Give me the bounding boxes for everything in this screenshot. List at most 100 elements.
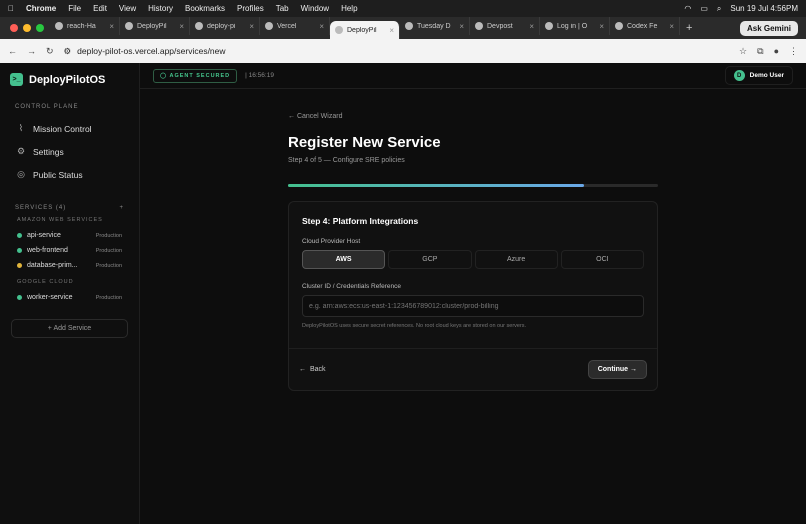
add-service-plus-button[interactable]: + [119, 205, 124, 211]
favicon-icon [265, 22, 273, 30]
tab-row: reach-Ha × DeployPil × deploy-pi × Vercel × Depl… [50, 17, 680, 39]
service-env: Production [95, 232, 122, 239]
agent-secured-badge: ◯ AGENT SECURED [153, 68, 238, 83]
brand[interactable]: >_ DeployPilotOS [10, 73, 129, 86]
battery-icon[interactable]: ▭ [700, 4, 708, 13]
url-bar[interactable]: ⚙ deploy-pilot-os.vercel.app/services/ne… [64, 46, 730, 57]
tab-1[interactable]: DeployPil × [120, 17, 190, 35]
tab-3[interactable]: Vercel × [260, 17, 330, 35]
tab-0[interactable]: reach-Ha × [50, 17, 120, 35]
cluster-label: Cluster ID / Credentials Reference [302, 283, 401, 290]
logo-icon: >_ [10, 73, 23, 86]
nav-public-status[interactable]: ◎ Public Status [10, 164, 129, 185]
tab-5[interactable]: Tuesday D × [400, 17, 470, 35]
favicon-icon [55, 22, 63, 30]
tab-7[interactable]: Log in | O × [540, 17, 610, 35]
menu-help[interactable]: Help [341, 4, 357, 13]
menu-edit[interactable]: Edit [93, 4, 107, 13]
extensions-icon[interactable]: ⧉ [757, 46, 763, 57]
tab-title: Codex Fe [627, 22, 658, 30]
apple-icon[interactable]:  [8, 4, 14, 13]
secrets-hint: DeployPilotOS uses secure secret referen… [302, 323, 527, 329]
site-info-icon[interactable]: ⚙ [64, 46, 72, 57]
close-tab-icon[interactable]: × [459, 22, 464, 31]
close-tab-icon[interactable]: × [109, 22, 114, 31]
close-tab-icon[interactable]: × [599, 22, 604, 31]
sidebar: >_ DeployPilotOS CONTROL PLANE ⌇ Mission … [0, 63, 140, 524]
app-shell: >_ DeployPilotOS CONTROL PLANE ⌇ Mission … [0, 63, 806, 524]
tab-6[interactable]: Devpost × [470, 17, 540, 35]
menubar-app[interactable]: Chrome [26, 4, 56, 13]
service-item[interactable]: api-service Production [10, 228, 129, 243]
integrations-card: Step 4: Platform Integrations Cloud Prov… [288, 201, 658, 391]
status-dot [17, 233, 22, 238]
menu-file[interactable]: File [68, 4, 81, 13]
bookmark-star-icon[interactable]: ☆ [739, 46, 747, 57]
menu-profiles[interactable]: Profiles [237, 4, 264, 13]
favicon-icon [335, 26, 343, 34]
provider-option-gcp[interactable]: GCP [388, 250, 472, 269]
user-menu[interactable]: D Demo User [724, 66, 793, 85]
profile-avatar[interactable]: ● [774, 46, 779, 56]
menu-view[interactable]: View [119, 4, 136, 13]
new-tab-button[interactable]: + [680, 22, 698, 34]
status-dot [17, 248, 22, 253]
provider-option-oci[interactable]: OCI [560, 250, 644, 269]
arrow-left-icon: ← [299, 366, 306, 373]
close-tab-icon[interactable]: × [319, 22, 324, 31]
services-header: SERVICES (4) + [15, 205, 124, 211]
url-text: deploy-pilot-os.vercel.app/services/new [77, 46, 226, 56]
wizard: ← Cancel Wizard Register New Service Ste… [288, 113, 658, 391]
tab-title: DeployPil [347, 26, 377, 34]
tab-title: DeployPil [137, 22, 167, 30]
menu-bookmarks[interactable]: Bookmarks [185, 4, 225, 13]
menubar-clock[interactable]: Sun 19 Jul 4:56PM [730, 4, 798, 13]
back-arrow-icon[interactable]: ← [8, 46, 17, 56]
tab-title: deploy-pi [207, 22, 236, 30]
close-tab-icon[interactable]: × [249, 22, 254, 31]
service-item[interactable]: worker-service Production [10, 290, 129, 305]
tab-title: reach-Ha [67, 22, 96, 30]
forward-arrow-icon[interactable]: → [27, 46, 36, 56]
service-item[interactable]: web-frontend Production [10, 243, 129, 258]
tab-title: Tuesday D [417, 22, 451, 30]
user-name: Demo User [749, 72, 784, 79]
menu-window[interactable]: Window [301, 4, 329, 13]
wifi-icon[interactable]: ◠ [684, 4, 691, 13]
favicon-icon [405, 22, 413, 30]
close-tab-icon[interactable]: × [669, 22, 674, 31]
globe-icon: ◎ [17, 169, 25, 179]
nav-mission-control[interactable]: ⌇ Mission Control [10, 118, 129, 139]
service-item[interactable]: database-prim... Production [10, 258, 129, 273]
close-tab-icon[interactable]: × [529, 22, 534, 31]
macos-menubar:  Chrome File Edit View History Bookmark… [0, 0, 806, 17]
tab-4[interactable]: DeployPil × [330, 21, 400, 39]
address-bar-row: ← → ↻ ⚙ deploy-pilot-os.vercel.app/servi… [0, 39, 806, 63]
wizard-progress-bar [288, 184, 658, 187]
topbar: ◯ AGENT SECURED | 16:56:19 D Demo User [140, 63, 806, 89]
tab-2[interactable]: deploy-pi × [190, 17, 260, 35]
menu-tab[interactable]: Tab [276, 4, 289, 13]
close-window-button[interactable] [10, 24, 18, 32]
minimize-window-button[interactable] [23, 24, 31, 32]
ask-gemini-button[interactable]: Ask Gemini [739, 20, 798, 36]
cancel-wizard-link[interactable]: ← Cancel Wizard [288, 113, 658, 120]
continue-button[interactable]: Continue → [587, 360, 647, 379]
back-button[interactable]: ← Back [299, 366, 326, 373]
tab-8[interactable]: Codex Fe × [610, 17, 680, 35]
cluster-id-input[interactable] [302, 295, 644, 317]
search-icon[interactable]: ⌕ [717, 4, 721, 14]
control-plane-heading: CONTROL PLANE [15, 104, 79, 110]
close-tab-icon[interactable]: × [389, 26, 394, 35]
zoom-window-button[interactable] [36, 24, 44, 32]
browser-tabstrip: reach-Ha × DeployPil × deploy-pi × Vercel × Depl… [0, 17, 806, 39]
reload-icon[interactable]: ↻ [46, 46, 54, 57]
more-menu-icon[interactable]: ⋮ [789, 46, 798, 57]
nav-settings[interactable]: ⚙ Settings [10, 141, 129, 162]
menu-history[interactable]: History [148, 4, 173, 13]
add-service-button[interactable]: + Add Service [11, 319, 128, 338]
tab-title: Devpost [487, 22, 513, 30]
provider-option-azure[interactable]: Azure [474, 250, 558, 269]
close-tab-icon[interactable]: × [179, 22, 184, 31]
provider-option-aws[interactable]: AWS [302, 250, 386, 269]
